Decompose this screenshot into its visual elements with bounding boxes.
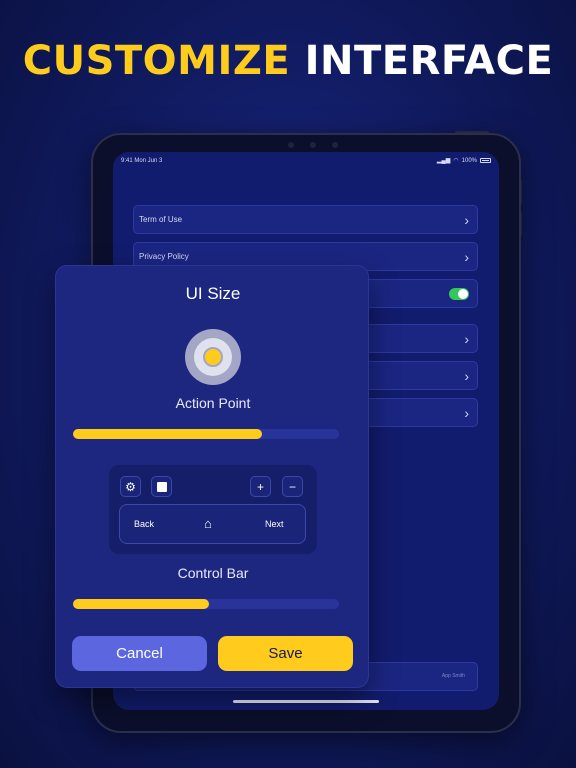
headline-customize: CUSTOMIZE: [22, 38, 291, 84]
chevron-right-icon: ›: [464, 211, 469, 228]
control-bar-preview: ⚙ + − Back ⌂ Next: [109, 465, 317, 554]
headline-interface: INTERFACE: [304, 38, 554, 84]
modal-title: UI Size: [185, 284, 241, 303]
stop-icon: [151, 476, 172, 497]
ui-size-modal: UI Size Action Point ⚙ + − Back ⌂ Next C…: [55, 265, 369, 688]
control-bar-slider-fill: [73, 599, 209, 609]
settings-row-terms[interactable]: Term of Use ›: [133, 205, 478, 234]
status-time: 9:41 Mon Jun 3: [121, 158, 163, 164]
wifi-icon: ◠: [453, 158, 459, 164]
signal-icon: ▂▄▆: [436, 158, 451, 164]
chevron-right-icon: ›: [464, 248, 469, 265]
camera-icon: [288, 142, 338, 148]
control-bar-slider[interactable]: [73, 599, 339, 609]
status-indicators: ▂▄▆ ◠ 100%: [437, 157, 491, 164]
control-bar-label: Control Bar: [177, 565, 249, 581]
battery-label: 100%: [461, 157, 477, 164]
chevron-right-icon: ›: [464, 367, 469, 384]
chevron-right-icon: ›: [464, 404, 469, 421]
headline: CUSTOMIZE INTERFACE: [0, 38, 576, 84]
toggle-switch[interactable]: [449, 287, 469, 300]
next-label: Next: [265, 519, 284, 529]
cancel-button[interactable]: Cancel: [72, 636, 207, 671]
save-button[interactable]: Save: [218, 636, 353, 671]
minus-icon: −: [282, 476, 303, 497]
settings-row-label: Privacy Policy: [139, 252, 189, 261]
battery-icon: [480, 158, 491, 163]
home-icon: ⌂: [204, 516, 212, 531]
back-label: Back: [134, 519, 155, 529]
plus-icon: +: [250, 476, 271, 497]
settings-row-label: Term of Use: [139, 215, 183, 224]
bottom-row-label: App Smith: [441, 673, 465, 679]
chevron-right-icon: ›: [464, 330, 469, 347]
control-bar-nav: Back ⌂ Next: [119, 504, 306, 544]
action-point-label: Action Point: [175, 395, 251, 411]
action-point-slider[interactable]: [73, 429, 339, 439]
action-point-slider-fill: [73, 429, 262, 439]
action-point-icon: [185, 329, 241, 385]
home-indicator: [233, 700, 379, 703]
gear-icon: ⚙: [120, 476, 141, 497]
